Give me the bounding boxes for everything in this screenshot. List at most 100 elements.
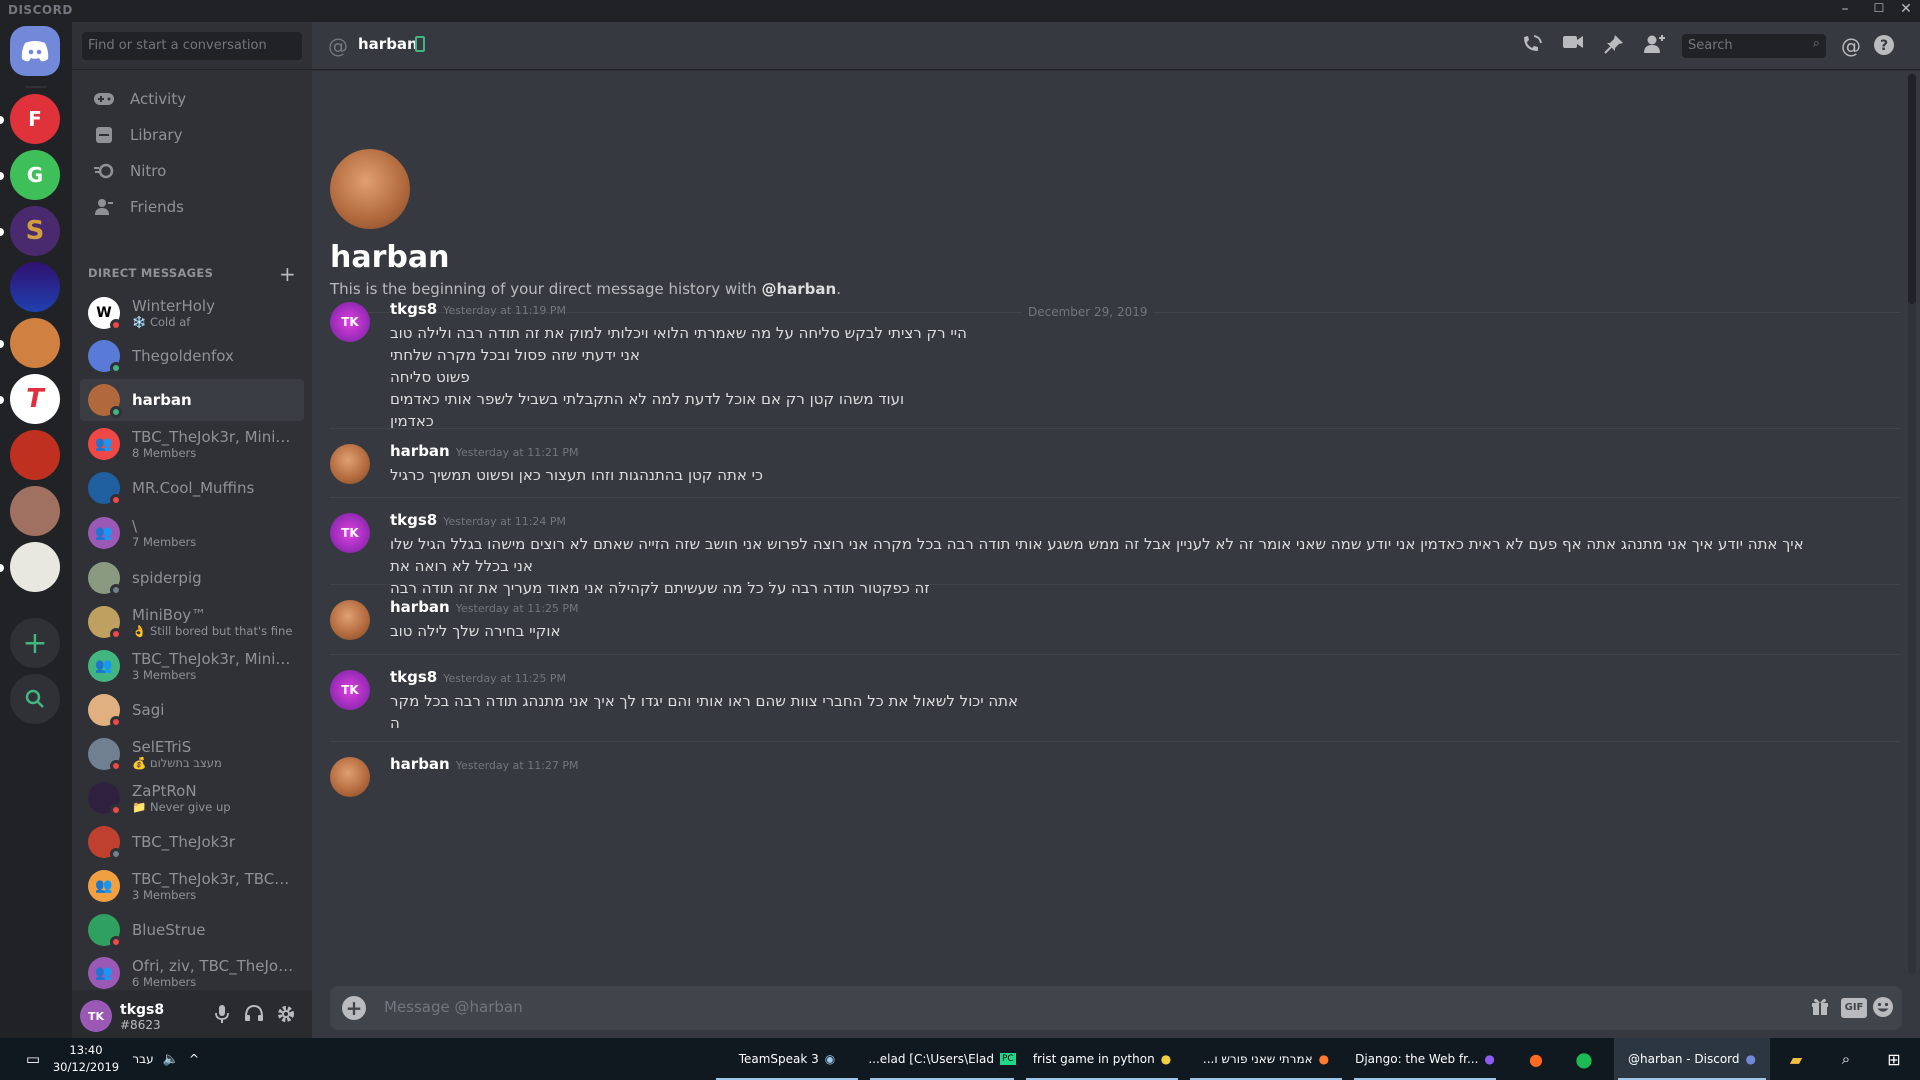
- dm-item[interactable]: 👥 TBC_TheJok3r, MiniB... 8 Members: [80, 423, 304, 465]
- dm-avatar-wrap: [88, 472, 122, 506]
- taskbar-app-browser[interactable]: Django: the Web fr... ●: [1350, 1038, 1500, 1080]
- dm-subtext: 💰 מעצב בתשלום: [132, 756, 222, 770]
- volume-icon[interactable]: 🔈: [160, 1038, 182, 1080]
- input-language[interactable]: עבר: [128, 1038, 158, 1080]
- dm-item[interactable]: Thegoldenfox: [80, 335, 304, 377]
- search-icon[interactable]: ⌕: [1826, 1038, 1866, 1080]
- taskbar-app-teamspeak[interactable]: TeamSpeak 3 ◉: [712, 1038, 862, 1080]
- dm-item[interactable]: 👥 TBC_TheJok3r, MiniB... 3 Members: [80, 645, 304, 687]
- system-clock[interactable]: 13:40 30/12/2019: [48, 1042, 124, 1076]
- message-header: tkgs8 Yesterday at 11:25 PM: [390, 668, 566, 686]
- dm-avatar-wrap: [88, 738, 122, 772]
- chat-area: @ harban Search ⌕ @ ? harban This is the…: [312, 22, 1920, 1038]
- server-s[interactable]: S: [10, 206, 60, 256]
- minimize-button[interactable]: –: [1835, 1, 1855, 17]
- message-author[interactable]: tkgs8: [390, 511, 437, 529]
- message-author[interactable]: tkgs8: [390, 300, 437, 318]
- message-header: harban Yesterday at 11:25 PM: [390, 598, 579, 616]
- user-avatar[interactable]: TK: [80, 1000, 112, 1032]
- home-button[interactable]: [10, 26, 60, 76]
- message-timestamp: Yesterday at 11:21 PM: [455, 446, 579, 459]
- message-avatar[interactable]: TK: [330, 513, 370, 553]
- dm-name: MR.Cool_Muffins: [132, 479, 255, 497]
- message-avatar[interactable]: TK: [330, 302, 370, 342]
- message-timestamp: Yesterday at 11:27 PM: [455, 759, 579, 772]
- server-blue[interactable]: [10, 262, 60, 312]
- add-server-button[interactable]: +: [10, 618, 60, 668]
- find-conversation-input[interactable]: Find or start a conversation: [82, 32, 302, 60]
- dm-item[interactable]: TBC_TheJok3r: [80, 821, 304, 863]
- scroll-thumb[interactable]: [1908, 74, 1916, 304]
- server-dino[interactable]: [10, 542, 60, 592]
- dm-item[interactable]: MR.Cool_Muffins: [80, 467, 304, 509]
- message-author[interactable]: tkgs8: [390, 668, 437, 686]
- taskbar-app-python[interactable]: frist game in python ●: [1022, 1038, 1182, 1080]
- windows-taskbar: ▭ 13:40 30/12/2019 עבר 🔈 ^ TeamSpeak 3 ◉ …: [0, 1038, 1920, 1080]
- create-dm-button[interactable]: +: [279, 262, 296, 286]
- server-red[interactable]: [10, 430, 60, 480]
- dm-item[interactable]: MiniBoy™ 👌 Still bored but that's fine: [80, 601, 304, 643]
- user-tag: #8623: [120, 1018, 161, 1032]
- taskbar-app-pycharm[interactable]: ...elad [C:\Users\Elad PC: [866, 1038, 1018, 1080]
- dm-item[interactable]: 👥 TBC_TheJok3r, TBC_... 3 Members: [80, 865, 304, 907]
- message-composer[interactable]: + Message @harban GIF: [330, 986, 1902, 1030]
- taskbar-app-spotify[interactable]: ●: [1562, 1038, 1606, 1080]
- activity-icon: [92, 87, 116, 111]
- dm-item[interactable]: Sagi: [80, 689, 304, 731]
- dm-name: Thegoldenfox: [132, 347, 234, 365]
- message-line: פשוט סליחה: [390, 368, 470, 386]
- dm-subtext: 3 Members: [132, 888, 197, 902]
- emoji-icon[interactable]: [1872, 996, 1894, 1023]
- dm-item[interactable]: SelETriS 💰 מעצב בתשלום: [80, 733, 304, 775]
- taskbar-app-discord[interactable]: @harban - Discord ●: [1614, 1038, 1770, 1080]
- tray-expand-icon[interactable]: ^: [184, 1038, 204, 1080]
- microphone-icon[interactable]: [210, 1004, 234, 1028]
- taskbar-app-firefox[interactable]: ...אמרתי שאני פורש ו ●: [1186, 1038, 1346, 1080]
- status-indicator: [110, 494, 122, 506]
- explore-servers-button[interactable]: [10, 674, 60, 724]
- chat-scrollbar[interactable]: [1908, 74, 1916, 974]
- message-body: אתה יכול לשאול את כל החברי צוות שהם ראו …: [390, 690, 1810, 734]
- dm-item[interactable]: spiderpig: [80, 557, 304, 599]
- server-man[interactable]: [10, 486, 60, 536]
- message-line: איך אתה יודע איך אני מתנהג אתה אף פעם לא…: [390, 535, 1804, 575]
- message-author[interactable]: harban: [390, 598, 450, 616]
- message-author[interactable]: harban: [390, 442, 450, 460]
- dm-avatar-wrap: 👥: [88, 428, 120, 460]
- message-avatar[interactable]: [330, 600, 370, 640]
- server-face[interactable]: [10, 318, 60, 368]
- message-author[interactable]: harban: [390, 755, 450, 773]
- file-explorer-icon[interactable]: ▰: [1776, 1038, 1816, 1080]
- dm-avatar-wrap: [88, 384, 122, 418]
- close-button[interactable]: ✕: [1896, 1, 1916, 17]
- message-avatar[interactable]: [330, 444, 370, 484]
- server-t[interactable]: T: [10, 374, 60, 424]
- message-avatar[interactable]: [330, 757, 370, 797]
- status-indicator: [110, 716, 122, 728]
- dm-item[interactable]: 👥 \ 7 Members: [80, 512, 304, 554]
- maximize-button[interactable]: ☐: [1869, 1, 1889, 15]
- unread-pill: [0, 116, 4, 124]
- settings-gear-icon[interactable]: [274, 1004, 298, 1028]
- server-fedix[interactable]: F: [10, 94, 60, 144]
- start-button-icon[interactable]: ⊞: [1874, 1038, 1914, 1080]
- dm-item[interactable]: harban: [80, 379, 304, 421]
- headphones-icon[interactable]: [242, 1004, 266, 1028]
- notification-center-icon[interactable]: ▭: [20, 1038, 46, 1080]
- message-avatar[interactable]: TK: [330, 670, 370, 710]
- dm-name: MiniBoy™: [132, 606, 207, 624]
- dm-item[interactable]: ZaPtRoN 📁 Never give up: [80, 777, 304, 819]
- message-body: איך אתה יודע איך אני מתנהג אתה אף פעם לא…: [390, 533, 1810, 599]
- dm-avatar-wrap: [88, 914, 122, 948]
- dm-item[interactable]: BlueStrue: [80, 909, 304, 951]
- taskbar-app-label: ...אמרתי שאני פורש ו: [1202, 1052, 1313, 1066]
- server-green[interactable]: G: [10, 150, 60, 200]
- gift-icon[interactable]: [1810, 996, 1830, 1021]
- taskbar-app-origin[interactable]: ●: [1514, 1038, 1558, 1080]
- gif-button[interactable]: GIF: [1841, 998, 1867, 1018]
- nav-friends[interactable]: Friends: [80, 186, 304, 228]
- attach-file-button[interactable]: +: [342, 996, 366, 1020]
- dm-item[interactable]: W WinterHoly ❄️ Cold af: [80, 292, 304, 334]
- message-input[interactable]: Message @harban: [384, 998, 523, 1016]
- dm-item[interactable]: 👥 Ofri, ziv, TBC_TheJok... 6 Members: [80, 952, 304, 994]
